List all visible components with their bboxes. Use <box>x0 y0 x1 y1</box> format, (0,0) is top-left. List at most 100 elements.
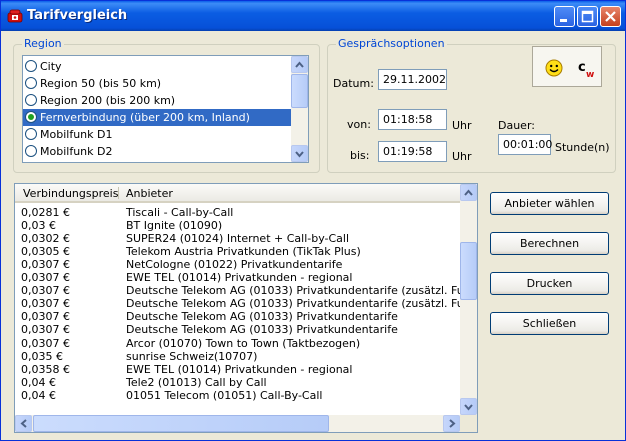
region-list[interactable]: City Region 50 (bis 50 km) Region 200 (b… <box>22 55 309 163</box>
region-option-label: Region 200 (bis 200 km) <box>40 94 176 107</box>
datum-field[interactable]: 29.11.2002 <box>378 69 447 90</box>
cell-price: 0,0307 € <box>21 271 70 285</box>
cell-provider: Tele2 (01013) Call by Call <box>126 375 267 389</box>
column-header-provider[interactable]: Anbieter <box>126 187 173 200</box>
table-row[interactable]: 0,0307 € Deutsche Telekom AG (01033) Priv… <box>15 297 477 311</box>
region-option-fernverbindung[interactable]: Fernverbindung (über 200 km, Inland) <box>23 109 291 126</box>
scroll-right-button[interactable] <box>443 415 460 432</box>
table-row[interactable]: 0,0307 € EWE TEL (01014) Privatkunden - r… <box>15 271 460 284</box>
scroll-corner <box>460 415 477 432</box>
table-row[interactable]: 0,0358 € EWE TEL (01014) Privatkunden - r… <box>15 363 460 376</box>
datum-label: Datum: <box>333 77 374 90</box>
app-window: Tarifvergleich Region City Region 50 (bi… <box>0 0 626 441</box>
arrow-down-icon <box>295 151 304 158</box>
cell-provider: sunrise Schweiz(10707) <box>126 349 258 363</box>
cell-provider: Telekom Austria Privatkunden (TikTak Plu… <box>126 245 361 259</box>
table-row[interactable]: 0,03 € BT Ignite (01090) <box>15 219 460 232</box>
table-row[interactable]: 0,04 € Tele2 (01013) Call by Call <box>15 376 460 389</box>
region-option-partial <box>23 160 291 163</box>
icon-panel: c w <box>532 46 602 87</box>
scroll-left-button[interactable] <box>15 415 32 432</box>
minimize-button[interactable] <box>554 6 575 27</box>
region-option-50[interactable]: Region 50 (bis 50 km) <box>23 75 291 92</box>
table-row[interactable]: 0,0281 € Tiscali - Call-by-Call <box>15 206 460 219</box>
region-option-label: Region 50 (bis 50 km) <box>40 77 162 90</box>
scroll-thumb[interactable] <box>460 242 477 300</box>
region-option-d1[interactable]: Mobilfunk D1 <box>23 126 291 143</box>
drucken-button[interactable]: Drucken <box>490 272 609 295</box>
table-row[interactable]: 0,04 € 01051 Telecom (01051) Call-By-Call <box>15 389 460 402</box>
cell-price: 0,0307 € <box>21 323 70 337</box>
region-option-200[interactable]: Region 200 (bis 200 km) <box>23 92 291 109</box>
scroll-up-button[interactable] <box>460 184 477 201</box>
close-button[interactable] <box>600 6 621 27</box>
cell-price: 0,0307 € <box>21 310 70 324</box>
table-row[interactable]: 0,0307 € Deutsche Telekom AG (01033) Priv… <box>15 284 477 297</box>
table-row[interactable]: 0,0302 € SUPER24 (01024) Internet + Call-… <box>15 232 460 245</box>
cell-provider: Deutsche Telekom AG (01033) Privatkunden… <box>126 297 478 311</box>
cw-icon[interactable]: c w <box>577 58 597 80</box>
stunden-label: Stunde(n) <box>555 141 610 154</box>
column-header-price[interactable]: Verbindungspreis <box>23 187 118 200</box>
cell-price: 0,035 € <box>21 349 63 363</box>
berechnen-button[interactable]: Berechnen <box>490 232 609 255</box>
von-uhr-label: Uhr <box>452 119 472 132</box>
maximize-icon <box>581 10 594 23</box>
scroll-up-button[interactable] <box>291 56 308 73</box>
cell-price: 0,0305 € <box>21 245 70 259</box>
table-row[interactable]: 0,035 € sunrise Schweiz(10707) <box>15 350 460 363</box>
cell-price: 0,0281 € <box>21 206 70 219</box>
minimize-icon <box>560 19 567 22</box>
cell-price: 0,0307 € <box>21 258 70 272</box>
radio-button[interactable] <box>25 128 37 140</box>
region-option-city[interactable]: City <box>23 58 291 75</box>
table-header: Verbindungspreis Anbieter <box>15 184 460 203</box>
title-bar[interactable]: Tarifvergleich <box>1 1 625 31</box>
radio-button[interactable] <box>25 145 37 157</box>
table-vscrollbar[interactable] <box>460 184 477 415</box>
cell-price: 0,0307 € <box>21 297 70 311</box>
tariff-table[interactable]: Verbindungspreis Anbieter 0,0281 € Tiscal… <box>14 183 478 433</box>
region-list-scrollbar[interactable] <box>291 56 308 162</box>
von-field[interactable]: 01:18:58 <box>378 109 447 130</box>
cell-price: 0,0307 € <box>21 336 70 350</box>
von-label: von: <box>347 118 371 131</box>
table-row[interactable]: 0,0307 € Deutsche Telekom AG (01033) Priv… <box>15 323 460 336</box>
dauer-field[interactable]: 00:01:00 <box>498 134 552 155</box>
cell-provider: Arcor (01070) Town to Town (Taktbezogen) <box>126 336 361 350</box>
svg-text:w: w <box>586 70 594 80</box>
table-row[interactable]: 0,0305 € Telekom Austria Privatkunden (Ti… <box>15 245 460 258</box>
bis-uhr-label: Uhr <box>452 150 472 163</box>
cell-provider: 01051 Telecom (01051) Call-By-Call <box>126 388 323 402</box>
bis-label: bis: <box>350 149 370 162</box>
arrow-down-icon <box>464 404 473 411</box>
radio-button[interactable] <box>25 60 37 72</box>
radio-button[interactable] <box>25 94 37 106</box>
radio-button-selected[interactable] <box>25 111 37 123</box>
scroll-down-button[interactable] <box>291 145 308 162</box>
window-title: Tarifvergleich <box>27 8 128 23</box>
cell-price: 0,04 € <box>21 388 56 402</box>
cell-price: 0,0358 € <box>21 362 70 376</box>
scroll-down-button[interactable] <box>460 398 477 415</box>
arrow-up-icon <box>295 61 304 68</box>
radio-button[interactable] <box>25 77 37 89</box>
cell-price: 0,03 € <box>21 219 56 233</box>
table-row[interactable]: 0,0307 € NetCologne (01022) Privatkundent… <box>15 258 460 271</box>
region-option-d2[interactable]: Mobilfunk D2 <box>23 143 291 160</box>
scroll-thumb[interactable] <box>33 415 329 432</box>
region-group-title: Region <box>22 37 64 50</box>
svg-text:c: c <box>578 60 586 75</box>
bis-field[interactable]: 01:19:58 <box>378 141 447 162</box>
cell-provider: Deutsche Telekom AG (01033) Privatkunden… <box>126 310 398 324</box>
smiley-icon[interactable] <box>545 59 563 77</box>
table-row[interactable]: 0,0307 € Arcor (01070) Town to Town (Takt… <box>15 337 460 350</box>
scroll-thumb[interactable] <box>291 74 308 108</box>
cell-provider: NetCologne (01022) Privatkundentarife <box>126 258 343 272</box>
anbieter-waehlen-button[interactable]: Anbieter wählen <box>490 192 609 215</box>
schliessen-button[interactable]: Schließen <box>490 312 609 335</box>
radio-button <box>25 162 37 163</box>
table-hscrollbar[interactable] <box>15 415 460 432</box>
maximize-button[interactable] <box>577 6 598 27</box>
table-row[interactable]: 0,0307 € Deutsche Telekom AG (01033) Priv… <box>15 310 460 323</box>
